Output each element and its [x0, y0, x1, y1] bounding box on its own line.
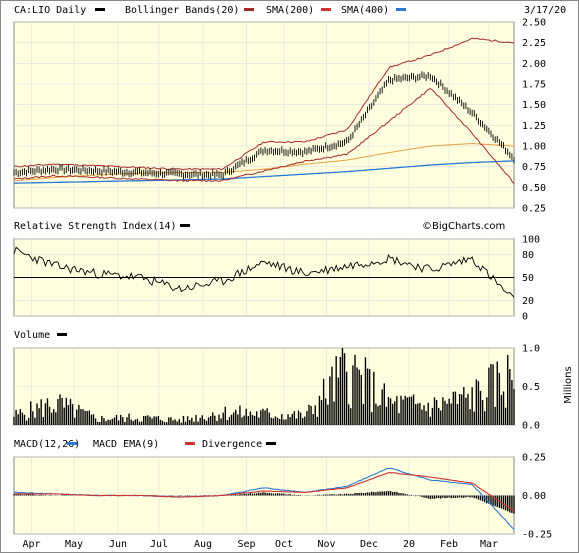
rsi-tick-label: 80 [522, 250, 534, 261]
price-title: CA:LIO Daily [14, 5, 86, 16]
month-label: Apr [22, 539, 40, 550]
month-label: Feb [440, 539, 458, 550]
bollinger-legend-label: Bollinger Bands(20) [125, 5, 239, 16]
volume-axis-label: Millions [563, 366, 574, 403]
volume-tick-label: 0.0 [522, 421, 540, 432]
rsi-panel: 100 80 50 20 0 [13, 235, 540, 323]
month-label: Jun [109, 539, 127, 550]
month-label: Jul [150, 539, 168, 550]
price-tick-label: 1.00 [522, 142, 546, 153]
price-tick-label: 0.25 [522, 204, 546, 215]
month-label: Dec [360, 539, 378, 550]
volume-title: Volume [14, 330, 50, 341]
month-label: 20 [403, 539, 415, 550]
price-tick-label: 1.25 [522, 121, 546, 132]
rsi-tick-label: 100 [522, 235, 540, 246]
month-label: May [65, 539, 83, 550]
volume-panel: 1.0 0.5 0.0 [13, 344, 540, 432]
price-tick-label: 2.25 [522, 38, 546, 49]
price-tick-label: 2.00 [522, 59, 546, 70]
price-tick-label: 2.50 [522, 18, 546, 29]
price-panel: 2.50 2.25 2.00 1.75 1.50 1.25 1.00 0.75 0.50 0.25 [13, 18, 546, 215]
price-legend-swatch [95, 8, 105, 11]
divergence-legend-label: Divergence [202, 439, 262, 450]
sma400-legend-swatch [396, 8, 406, 11]
watermark: ©BigCharts.com [422, 221, 505, 232]
macd-legend-swatch [67, 442, 77, 445]
rsi-tick-label: 50 [522, 273, 534, 284]
macd-tick-label: 0.25 [522, 453, 546, 464]
rsi-tick-label: 0 [522, 312, 528, 323]
divergence-legend-swatch [266, 442, 276, 445]
macd-tick-label: -0.25 [522, 530, 552, 541]
volume-tick-label: 1.0 [522, 344, 540, 355]
price-plot-area [13, 21, 515, 209]
sma400-legend-label: SMA(400) [341, 5, 389, 16]
macd-tick-label: 0.00 [522, 491, 546, 502]
bollinger-legend-swatch [244, 8, 254, 11]
month-label: Aug [194, 539, 212, 550]
volume-tick-label: 0.5 [522, 382, 540, 393]
month-label: Sep [237, 539, 255, 550]
rsi-legend-swatch [180, 224, 190, 227]
price-tick-label: 1.50 [522, 100, 546, 111]
volume-legend-swatch [57, 333, 67, 336]
macd-ema-legend-swatch [185, 442, 195, 445]
month-label: Nov [317, 539, 335, 550]
price-tick-label: 0.50 [522, 183, 546, 194]
stock-chart: CA:LIO Daily Bollinger Bands(20) SMA(200… [0, 0, 579, 553]
sma200-legend-swatch [321, 8, 331, 11]
rsi-tick-label: 20 [522, 296, 534, 307]
price-tick-label: 0.75 [522, 162, 546, 173]
rsi-title: Relative Strength Index(14) [14, 221, 177, 232]
month-label: Mar [480, 539, 498, 550]
macd-panel: 0.25 0.00 -0.25 [13, 453, 552, 541]
macd-ema-legend-label: MACD EMA(9) [93, 439, 159, 450]
price-tick-label: 1.75 [522, 80, 546, 91]
sma200-legend-label: SMA(200) [266, 5, 314, 16]
date-label: 3/17/20 [524, 5, 566, 16]
month-label: Oct [275, 539, 293, 550]
